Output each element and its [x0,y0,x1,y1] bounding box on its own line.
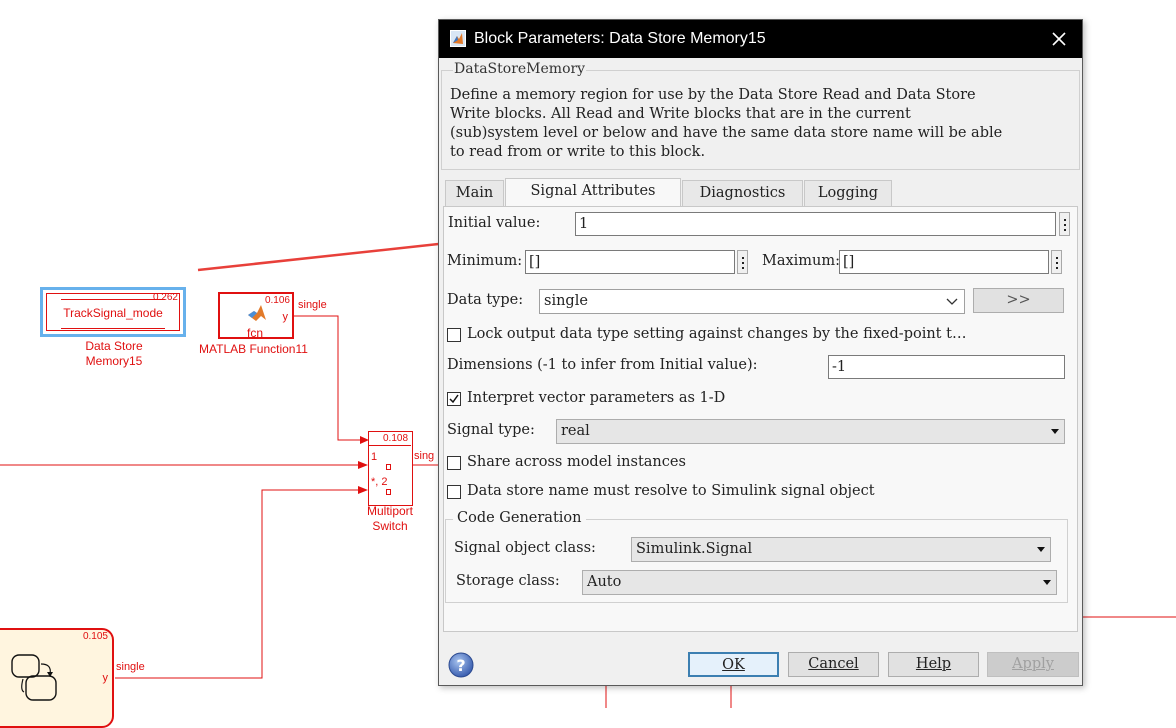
dialog-titlebar[interactable]: Block Parameters: Data Store Memory15 [439,20,1082,58]
stateflow-chart-block[interactable]: 0.105 y [0,628,114,728]
minimum-menu-icon[interactable] [737,250,748,274]
switch-port2-label: *, 2 [371,476,388,488]
fcn-out-signal-label: single [298,299,327,311]
svg-text:?: ? [456,656,465,675]
cancel-button[interactable]: Cancel [788,652,879,677]
interpret-vector-label: Interpret vector parameters as 1-D [467,390,726,406]
dsm-sample-time: 0.262 [152,292,178,303]
block-description: Define a memory region for use by the Da… [450,87,1003,160]
switch-name-line1: Multiport [366,504,413,518]
data-store-memory-block[interactable]: 0.262 TrackSignal_mode [40,287,186,337]
apply-button[interactable]: Apply [987,652,1079,677]
dsm-name-line2: Memory15 [85,354,143,368]
storage-class-value: Auto [587,574,622,590]
help-button[interactable]: Help [888,652,979,677]
lock-output-checkbox[interactable] [447,328,461,342]
dropdown-arrow-icon [1051,429,1059,434]
apply-button-label: Apply [1012,656,1054,672]
dropdown-arrow-icon [1043,580,1051,585]
signal-object-class-combo[interactable]: Simulink.Signal [631,537,1051,562]
tab-logging[interactable]: Logging [804,180,892,206]
tab-signal-attributes[interactable]: Signal Attributes [505,178,681,206]
fcn-label: fcn [247,326,264,340]
switch-port1-label: 1 [371,451,378,463]
dsm-block-name: Data Store Memory15 [60,339,168,369]
chart-sample-time: 0.105 [82,631,108,642]
dialog-title: Block Parameters: Data Store Memory15 [474,30,766,47]
maximum-field[interactable]: [] [839,250,1049,274]
initial-value-field[interactable]: 1 [575,212,1056,236]
matlab-function-block[interactable]: 0.106 fcn y [218,292,294,340]
resolve-name-checkbox[interactable] [447,485,461,499]
storage-class-combo[interactable]: Auto [582,570,1057,595]
fcn-output-port: y [282,311,289,323]
dsm-signal-name: TrackSignal_mode [63,306,163,320]
signal-line-fcn-to-switch [293,315,360,441]
ok-button[interactable]: OK [688,652,779,677]
maximum-label: Maximum: [762,253,841,269]
data-type-value: single [544,293,588,309]
cancel-button-label: Cancel [808,656,859,672]
matlab-logo-icon [248,305,266,321]
arrowhead-switch-in2 [358,461,368,469]
data-type-label: Data type: [447,292,524,308]
storage-class-label: Storage class: [456,573,560,589]
tab-main[interactable]: Main [445,180,504,206]
minimum-label: Minimum: [447,253,523,269]
dsm-bottom-line [61,328,165,329]
switch-mark-2 [386,489,391,495]
stateflow-chart-icon [11,654,57,701]
dropdown-arrow-icon [1037,547,1045,552]
initial-value-label: Initial value: [448,215,541,231]
share-instances-label: Share across model instances [467,454,686,470]
help-button-label: Help [915,656,952,672]
description-group-title: DataStoreMemory [453,61,587,77]
signal-type-value: real [561,423,590,439]
dsm-name-line1: Data Store [85,339,143,353]
code-generation-title: Code Generation [453,510,586,526]
switch-divider [369,445,411,446]
annotation-arrow-line [197,239,467,272]
initial-value-menu-icon[interactable] [1059,212,1070,236]
dimensions-field[interactable]: -1 [828,355,1065,379]
switch-mark-1 [386,464,391,470]
dsm-top-line [61,299,165,300]
fcn-sample-time: 0.106 [264,295,290,306]
signal-object-class-label: Signal object class: [454,540,596,556]
simulink-app-icon [450,30,466,47]
maximum-menu-icon[interactable] [1051,250,1062,274]
chart-output-port: y [102,672,109,684]
multiport-switch-block[interactable]: 0.108 1 *, 2 [368,431,413,506]
signal-type-label: Signal type: [447,422,535,438]
switch-out-signal-label: sing [414,450,435,462]
switch-name-line2: Switch [372,519,408,533]
switch-block-name: Multiport Switch [356,504,424,534]
data-type-assistant-button[interactable]: >> [973,288,1064,313]
share-instances-checkbox[interactable] [447,456,461,470]
tab-diagnostics[interactable]: Diagnostics [682,180,803,206]
chart-out-signal-label: single [116,661,145,673]
help-icon[interactable]: ? [448,652,474,678]
lock-output-label: Lock output data type setting against ch… [467,326,967,342]
arrowhead-switch-in3 [358,486,368,494]
signal-type-combo[interactable]: real [556,419,1065,444]
interpret-vector-checkbox[interactable] [447,392,461,406]
ok-button-label: OK [722,657,745,673]
checkmark-icon [449,394,459,404]
resolve-name-label: Data store name must resolve to Simulink… [467,483,875,499]
close-icon[interactable] [1048,28,1070,50]
chevron-down-icon [946,298,958,305]
signal-line-chart-to-switch [115,489,358,679]
dimensions-label: Dimensions (-1 to infer from Initial val… [447,357,758,373]
signal-object-class-value: Simulink.Signal [636,541,753,557]
fcn-block-name: MATLAB Function11 [199,342,308,356]
switch-sample-time: 0.108 [383,433,409,444]
minimum-field[interactable]: [] [525,250,735,274]
data-type-combo[interactable]: single [539,289,965,314]
block-parameters-dialog: Block Parameters: Data Store Memory15 Da… [438,19,1083,686]
